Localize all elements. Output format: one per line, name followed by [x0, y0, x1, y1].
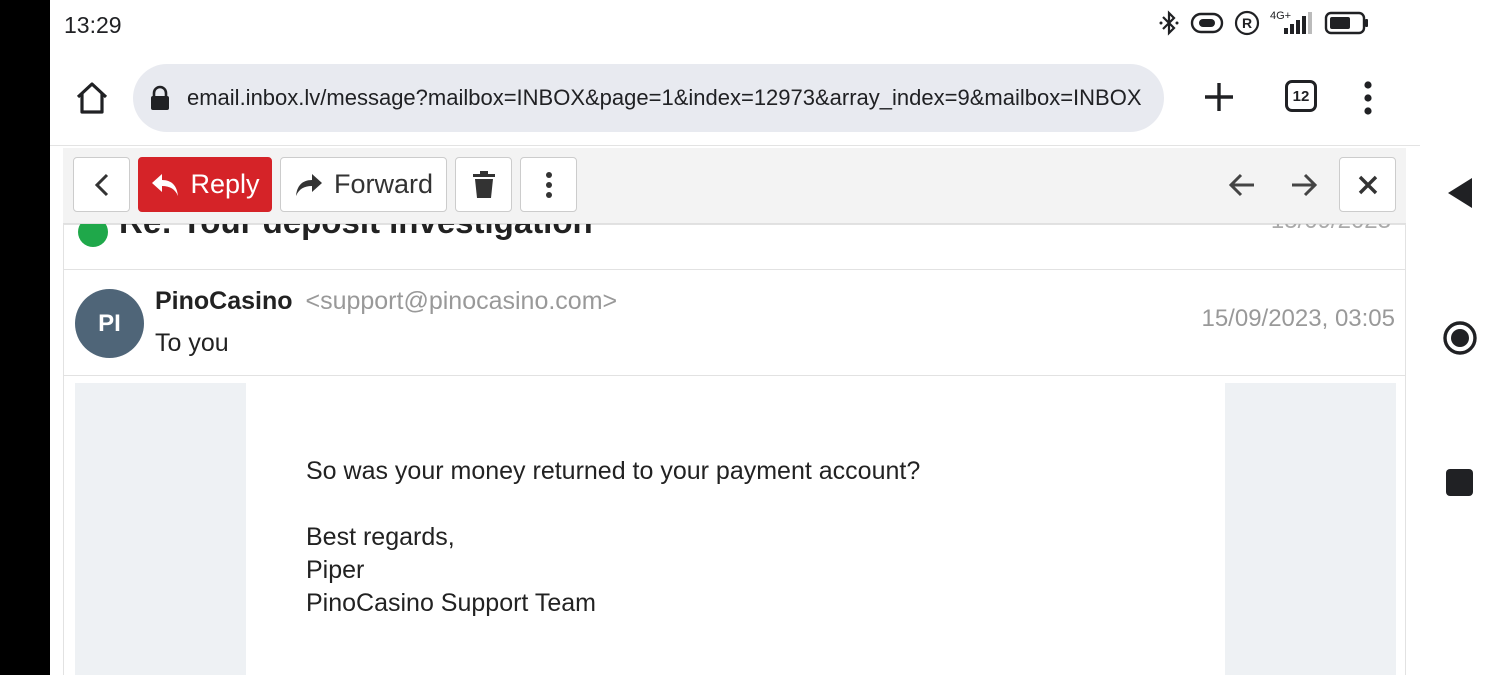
more-vertical-icon: [545, 171, 552, 198]
next-message-button[interactable]: [1275, 157, 1333, 212]
message-body-frame: So was your money returned to your payme…: [75, 383, 1396, 675]
status-bar: 13:29 R 4G+: [50, 0, 1420, 50]
status-icons: R 4G+: [1158, 10, 1370, 36]
browser-toolbar: email.inbox.lv/message?mailbox=INBOX&pag…: [50, 50, 1420, 146]
new-tab-icon[interactable]: [1200, 78, 1238, 116]
sender-line: PinoCasino <support@pinocasino.com>: [155, 287, 617, 316]
previous-message-button[interactable]: [1213, 157, 1271, 212]
message-body: So was your money returned to your payme…: [246, 383, 1225, 675]
message-text: So was your money returned to your payme…: [306, 455, 920, 620]
reply-icon: [152, 173, 179, 196]
forward-button[interactable]: Forward: [280, 157, 447, 212]
registered-icon: R: [1234, 10, 1260, 36]
sender-name[interactable]: PinoCasino: [155, 287, 293, 315]
avatar: PI: [75, 289, 144, 358]
battery-icon: [1324, 11, 1368, 35]
reply-button[interactable]: Reply: [138, 157, 272, 212]
home-icon[interactable]: [72, 78, 112, 118]
status-time: 13:29: [64, 12, 122, 38]
body-line: Piper: [306, 556, 365, 584]
back-button[interactable]: [73, 157, 130, 212]
body-line: Best regards,: [306, 523, 455, 551]
delete-button[interactable]: [455, 157, 512, 212]
svg-text:R: R: [1242, 15, 1252, 31]
close-icon: [1358, 175, 1377, 194]
message-card: Re: Your deposit investigation 15/09/202…: [63, 203, 1406, 675]
reply-label: Reply: [190, 169, 260, 199]
back-triangle-icon[interactable]: [1446, 176, 1474, 210]
arrow-right-icon: [1292, 173, 1318, 196]
message-date: 15/09/2023, 03:05: [1201, 305, 1395, 332]
home-circle-icon[interactable]: [1442, 320, 1478, 356]
chevron-left-icon: [94, 173, 108, 196]
divider: [64, 269, 1405, 270]
body-line: So was your money returned to your payme…: [306, 457, 921, 485]
body-line: PinoCasino Support Team: [306, 589, 596, 617]
trash-icon: [472, 170, 495, 198]
bluetooth-icon: [1159, 10, 1179, 36]
browser-menu-icon[interactable]: [1358, 78, 1378, 118]
sender-email[interactable]: <support@pinocasino.com>: [305, 287, 617, 315]
forward-icon: [295, 173, 322, 196]
forward-label: Forward: [333, 169, 434, 199]
recents-square-icon[interactable]: [1446, 469, 1473, 496]
close-button[interactable]: [1339, 157, 1396, 212]
vibrate-icon: [1190, 12, 1224, 34]
divider: [64, 375, 1405, 376]
more-actions-button[interactable]: [520, 157, 577, 212]
url-text: email.inbox.lv/message?mailbox=INBOX&pag…: [187, 85, 1142, 110]
arrow-left-icon: [1228, 173, 1254, 196]
system-navigation-bar: [1420, 0, 1500, 675]
mail-toolbar: Reply Forward: [63, 148, 1406, 224]
signal-icon: 4G+: [1270, 10, 1314, 36]
device-screen: 13:29 R 4G+ email.inbox.lv/message?mailb…: [50, 0, 1420, 675]
tab-switcher-button[interactable]: 12: [1285, 80, 1317, 112]
address-bar[interactable]: email.inbox.lv/message?mailbox=INBOX&pag…: [133, 64, 1164, 132]
recipient-line: To you: [155, 329, 229, 357]
lock-icon: [151, 85, 169, 110]
